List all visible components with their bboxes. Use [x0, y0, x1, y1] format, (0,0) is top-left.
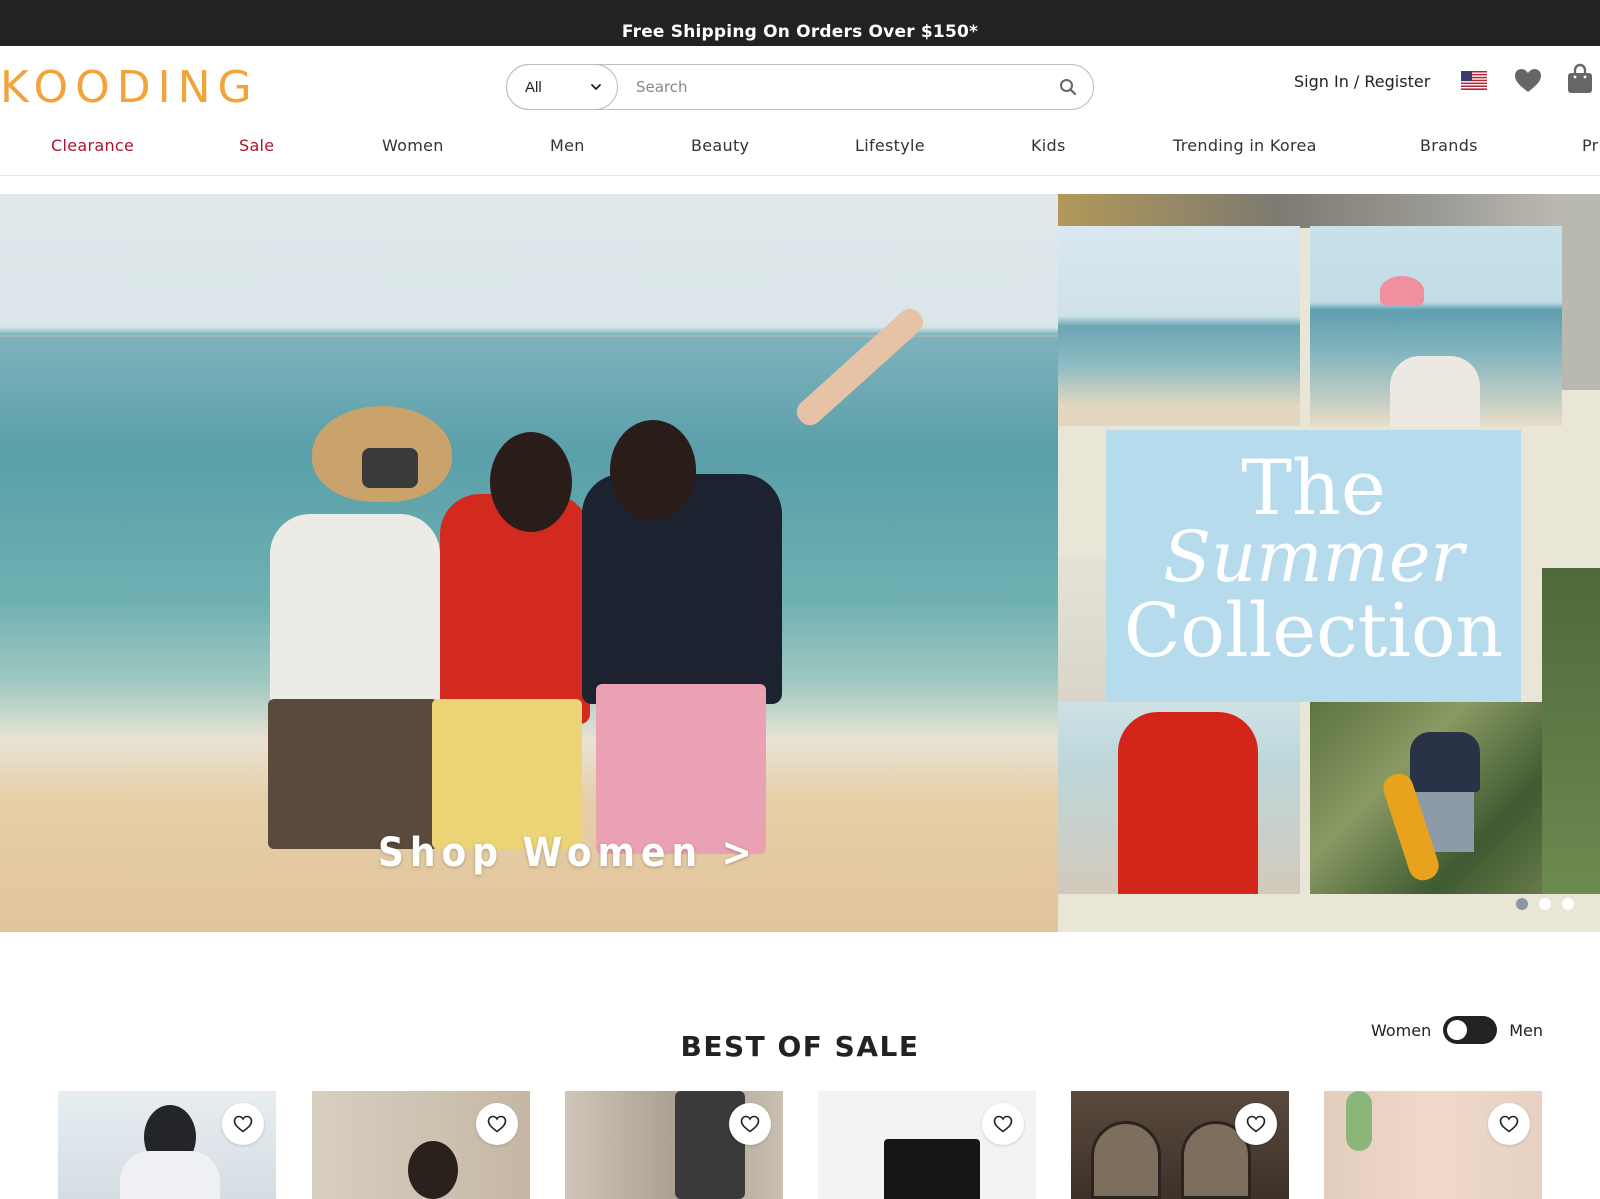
- product-card-6[interactable]: [1324, 1091, 1542, 1199]
- product-image-window-5a: [1091, 1121, 1161, 1199]
- heart-icon[interactable]: [1513, 66, 1543, 96]
- product-image-model-2: [408, 1141, 458, 1199]
- carousel-dot-2[interactable]: [1539, 898, 1551, 910]
- summer-collection-panel[interactable]: The Summer Collection: [1058, 194, 1600, 932]
- heart-outline-icon: [993, 1115, 1013, 1133]
- product-image-graphic-tee-3: [675, 1091, 745, 1199]
- person-white-shirt: [270, 514, 440, 714]
- search-button[interactable]: [1043, 65, 1093, 109]
- product-card-4[interactable]: [818, 1091, 1036, 1199]
- search-input[interactable]: [618, 65, 1043, 109]
- person-head-middle: [490, 432, 572, 532]
- heart-outline-icon: [1499, 1115, 1519, 1133]
- search-category-select[interactable]: All: [506, 64, 618, 110]
- photo-tile-red-shirt: [1058, 702, 1300, 894]
- photo-tile-umbrella: [1310, 702, 1562, 894]
- product-image-black-pants-4: [884, 1139, 980, 1199]
- product-card-5[interactable]: [1071, 1091, 1289, 1199]
- heart-outline-icon: [1246, 1115, 1266, 1133]
- wishlist-button-6[interactable]: [1488, 1103, 1530, 1145]
- nav-item-lifestyle[interactable]: Lifestyle: [855, 136, 925, 155]
- carousel-dots: [1516, 898, 1574, 910]
- us-flag-icon[interactable]: [1461, 71, 1487, 90]
- carousel-dot-3[interactable]: [1562, 898, 1574, 910]
- toggle-label-men[interactable]: Men: [1509, 1021, 1543, 1040]
- person-pink-shorts: [596, 684, 766, 854]
- promo-text: Free Shipping On Orders Over $150*: [621, 22, 979, 42]
- summer-title-line2: Summer: [1163, 516, 1464, 598]
- nav-item-kids[interactable]: Kids: [1031, 136, 1066, 155]
- nav-item-men[interactable]: Men: [550, 136, 585, 155]
- best-of-sale-title: BEST OF SALE: [680, 1030, 920, 1063]
- search-icon: [1060, 79, 1077, 96]
- summer-title-line3: Collection: [1123, 588, 1504, 674]
- search-category-value: All: [525, 78, 542, 96]
- camera-icon: [362, 448, 418, 488]
- hero-carousel[interactable]: Shop Women > The Summer Collection: [0, 194, 1600, 932]
- toggle-knob: [1447, 1020, 1468, 1040]
- carousel-dot-1[interactable]: [1516, 898, 1528, 910]
- product-card-1[interactable]: [58, 1091, 276, 1199]
- photo-tile-greenery: [1542, 568, 1600, 894]
- white-shirt-shape: [1390, 356, 1480, 426]
- person-brown-shorts: [268, 699, 438, 849]
- red-shirt-shape: [1118, 712, 1258, 894]
- wishlist-button-3[interactable]: [729, 1103, 771, 1145]
- shopping-bag-icon[interactable]: [1566, 63, 1594, 95]
- nav-item-beauty[interactable]: Beauty: [691, 136, 749, 155]
- product-image-flower-6: [1346, 1091, 1372, 1151]
- nav-item-clearance[interactable]: Clearance: [51, 136, 134, 155]
- person-yellow-shorts: [432, 699, 582, 849]
- wishlist-button-5[interactable]: [1235, 1103, 1277, 1145]
- navy-top-shape: [1410, 732, 1480, 792]
- chevron-down-icon: [591, 84, 601, 91]
- product-card-3[interactable]: [565, 1091, 783, 1199]
- gender-toggle-group: Women Men: [1371, 1016, 1543, 1044]
- sign-in-register-link[interactable]: Sign In / Register: [1294, 72, 1430, 91]
- photo-tile-beach-group: [1058, 226, 1300, 426]
- photo-tile-pink-cap: [1310, 226, 1562, 426]
- heart-outline-icon: [487, 1115, 507, 1133]
- person-head-right: [610, 420, 696, 520]
- gender-toggle-switch[interactable]: [1443, 1016, 1498, 1044]
- site-logo[interactable]: KOODING: [0, 62, 259, 113]
- person-navy-shirt: [582, 474, 782, 704]
- wishlist-button-1[interactable]: [222, 1103, 264, 1145]
- nav-item-sale[interactable]: Sale: [239, 136, 274, 155]
- product-image-shirt-1: [120, 1151, 220, 1199]
- promo-bar: Free Shipping On Orders Over $150*: [0, 0, 1600, 46]
- wishlist-button-2[interactable]: [476, 1103, 518, 1145]
- shop-women-link[interactable]: Shop Women >: [378, 830, 758, 876]
- photo-edge: [1562, 194, 1600, 390]
- product-card-2[interactable]: [312, 1091, 530, 1199]
- rock-strip: [1058, 194, 1600, 228]
- nav-item-women[interactable]: Women: [382, 136, 444, 155]
- pink-cap-shape: [1380, 276, 1424, 306]
- heart-outline-icon: [740, 1115, 760, 1133]
- heart-outline-icon: [233, 1115, 253, 1133]
- hero-beach-photo[interactable]: Shop Women >: [0, 194, 1058, 932]
- wishlist-button-4[interactable]: [982, 1103, 1024, 1145]
- nav-item-brands[interactable]: Brands: [1420, 136, 1478, 155]
- summer-title-line1: The: [1241, 443, 1386, 532]
- summer-collection-title-box[interactable]: The Summer Collection: [1106, 430, 1521, 702]
- main-nav: Clearance Sale Women Men Beauty Lifestyl…: [0, 130, 1600, 176]
- nav-item-more[interactable]: Pr: [1582, 136, 1599, 155]
- person-raised-arm: [791, 303, 929, 431]
- nav-item-trending-in-korea[interactable]: Trending in Korea: [1173, 136, 1317, 155]
- search-bar: All: [506, 64, 1094, 110]
- toggle-label-women[interactable]: Women: [1371, 1021, 1431, 1040]
